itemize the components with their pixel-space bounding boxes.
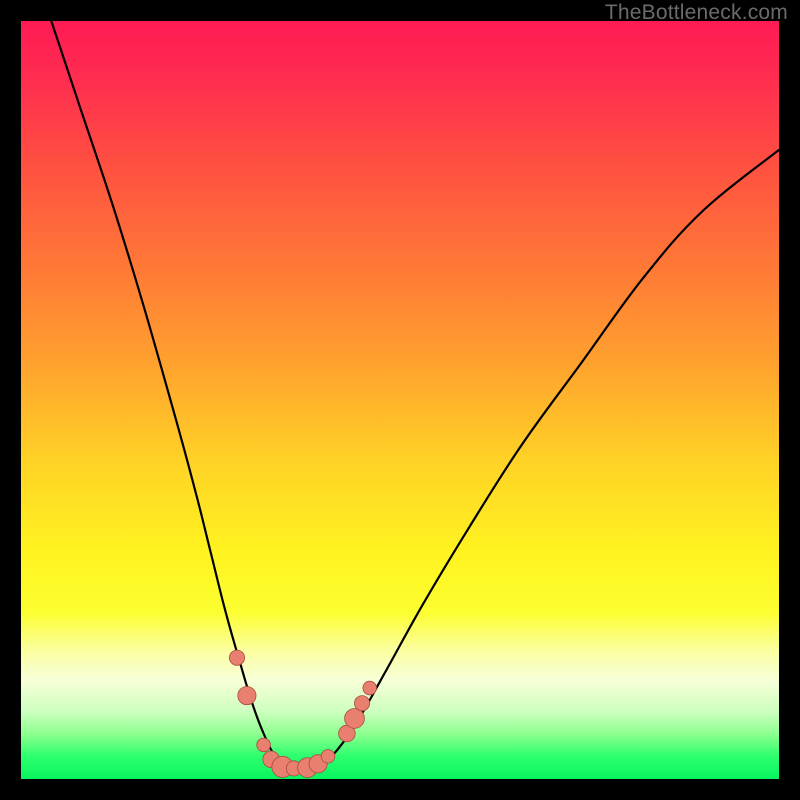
marker-dot [363,681,377,695]
sample-markers [229,650,376,777]
marker-dot [355,696,370,711]
watermark-text: TheBottleneck.com [605,1,788,25]
marker-dot [229,650,244,665]
outer-frame: TheBottleneck.com [0,0,800,800]
plot-area [21,21,779,779]
marker-dot [321,750,335,764]
bottleneck-curve [51,21,779,769]
chart-svg [21,21,779,779]
marker-dot [345,709,365,729]
marker-dot [238,687,256,705]
marker-dot [257,738,271,752]
